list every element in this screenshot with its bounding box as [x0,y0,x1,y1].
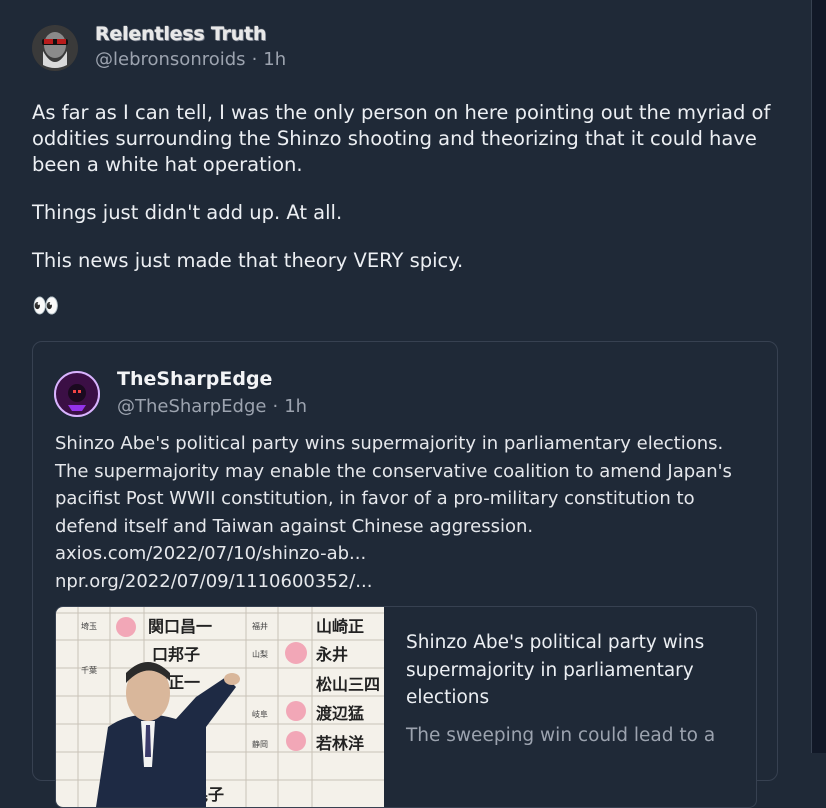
board-name: 渡辺猛 [316,704,364,723]
quoted-avatar-image [54,371,100,417]
quoted-post-header: TheSharpEdge @TheSharpEdge · 1h [54,368,307,420]
post: Relentless Truth @lebronsonroids · 1h As f… [32,22,782,322]
board-region: 福井 [252,621,268,631]
board-name: 山崎正 [316,617,364,636]
post-timestamp[interactable]: 1h [263,49,286,70]
board-region: 千葉 [81,665,97,675]
board-name: 口邦子 [152,645,200,664]
post-paragraph: Things just didn't add up. At all. [32,201,343,224]
post-body: As far as I can tell, I was the only per… [32,100,782,322]
quoted-author-meta: @TheSharpEdge · 1h [117,394,307,420]
eyes-emoji: 👀 [32,294,60,319]
board-region: 岐阜 [252,709,268,719]
post-paragraph: This news just made that theory VERY spi… [32,249,464,272]
quoted-author-avatar[interactable] [54,371,100,417]
author-names: Relentless Truth @lebronsonroids · 1h [95,23,286,73]
link-preview-description: The sweeping win could lead to a [406,725,716,746]
author-avatar[interactable] [32,25,78,71]
quoted-post-timestamp[interactable]: 1h [284,396,307,417]
scrollbar-track[interactable] [811,0,826,753]
author-handle[interactable]: @lebronsonroids [95,49,246,70]
board-name: 若林洋 [315,734,364,753]
board-name: 永井 [315,645,348,664]
quoted-post-text: Shinzo Abe's political party wins superm… [55,433,732,537]
quoted-post-body: Shinzo Abe's political party wins superm… [55,430,755,596]
board-name: 松山三四 [316,675,380,694]
author-display-name[interactable]: Relentless Truth [95,23,286,45]
link-preview-card[interactable]: 関口昌一 口邦子 井正一 晃子 山崎正 永井 松山三四 渡辺猛 若林洋 埼玉 千… [55,606,757,808]
board-name: 関口昌一 [148,617,212,636]
election-board-photo: 関口昌一 口邦子 井正一 晃子 山崎正 永井 松山三四 渡辺猛 若林洋 埼玉 千… [56,607,384,807]
board-region: 静岡 [252,739,268,749]
link-preview-image[interactable]: 関口昌一 口邦子 井正一 晃子 山崎正 永井 松山三四 渡辺猛 若林洋 埼玉 千… [56,607,384,807]
author-meta: @lebronsonroids · 1h [95,47,286,73]
axios-link[interactable]: axios.com/2022/07/10/shinzo-ab... [55,540,755,568]
quoted-author-display-name[interactable]: TheSharpEdge [117,368,307,390]
npr-link[interactable]: npr.org/2022/07/09/1110600352/... [55,568,755,596]
board-region: 山梨 [252,649,268,659]
separator-dot: · [251,49,258,70]
avatar-image [32,25,78,71]
post-paragraph: As far as I can tell, I was the only per… [32,101,771,176]
link-preview-title[interactable]: Shinzo Abe's political party wins superm… [406,629,736,712]
board-region: 埼玉 [81,621,97,631]
post-header: Relentless Truth @lebronsonroids · 1h [32,22,782,74]
separator-dot: · [272,396,279,417]
quoted-author-handle[interactable]: @TheSharpEdge [117,396,266,417]
quoted-author-names: TheSharpEdge @TheSharpEdge · 1h [117,368,307,420]
quoted-post[interactable]: TheSharpEdge @TheSharpEdge · 1h Shinzo Abe… [32,341,778,808]
